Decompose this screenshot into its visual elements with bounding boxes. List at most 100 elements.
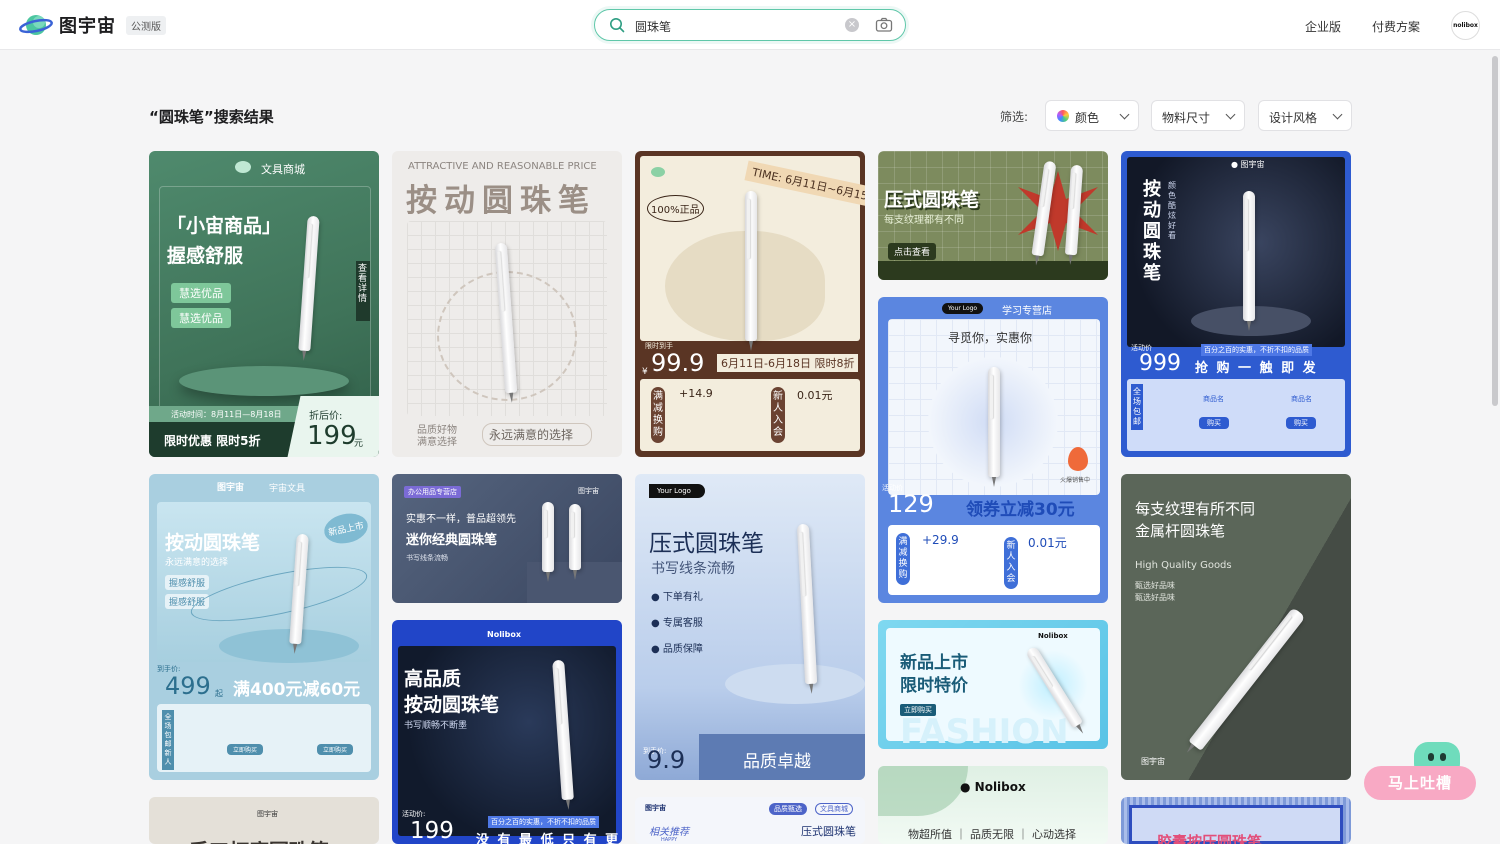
brand: ● Nolibox xyxy=(960,780,1026,794)
shop-name: 学习专营店 xyxy=(1002,306,1052,317)
logo-icon xyxy=(651,167,665,177)
beta-badge: 公测版 xyxy=(126,15,166,35)
english-line: High Quality Goods xyxy=(1135,560,1232,571)
search-icon[interactable] xyxy=(609,17,625,37)
template-card-7[interactable]: 办公用品专营店 图宇宙 实惠不一样，普品超领先 迷你经典圆珠笔 书写线条流畅 xyxy=(392,474,622,603)
feedback-widget[interactable]: 马上吐槽 xyxy=(1364,742,1476,800)
pen-image xyxy=(1243,191,1255,331)
nav-enterprise[interactable]: 企业版 xyxy=(1305,18,1341,35)
price: 99.9 xyxy=(651,349,705,377)
filter-color[interactable]: 颜色 xyxy=(1045,100,1139,131)
benefit-2-value: 0.01元 xyxy=(1028,536,1067,550)
title-line-1: 每支纹理有所不同 xyxy=(1135,500,1256,518)
price: 199 xyxy=(410,818,454,844)
pen-image xyxy=(1188,607,1306,751)
title: 迷你经典圆珠笔 xyxy=(406,533,498,548)
title-line-1: 新品上市 xyxy=(900,653,968,673)
template-card-2[interactable]: ATTRACTIVE AND REASONABLE PRICE 按动圆珠笔 品质… xyxy=(392,151,622,457)
template-card-10[interactable]: Nolibox 高品质 按动圆珠笔 书写顺畅不断墨 活动价: 199 百分之百的… xyxy=(392,620,622,844)
cta-button: 点击查看 xyxy=(888,243,937,260)
recommend-label: 相关推荐 xyxy=(649,827,689,838)
tagline-2: 甄选好品味 xyxy=(1135,593,1175,602)
shop-tag: 办公用品专营店 xyxy=(404,486,461,498)
price-label: 折后价: xyxy=(309,411,343,422)
price: 199 xyxy=(307,421,357,451)
template-card-6[interactable]: 图宇宙 宇宙文具 按动圆珠笔 永远满意的选择 握感舒服 握感舒服 新品上市 到手… xyxy=(149,474,379,780)
tag: 握感舒服 xyxy=(165,575,210,590)
buy-button: 立即购买 xyxy=(317,744,354,755)
title: 胶囊按压圆珠笔 xyxy=(1157,833,1263,844)
template-card-15[interactable]: ● Nolibox 物超所值 ｜ 品质无限 ｜ 心动选择 xyxy=(878,766,1108,844)
filter-color-label: 颜色 xyxy=(1075,111,1100,125)
pen-image xyxy=(542,502,554,582)
benefit-1-value: +29.9 xyxy=(922,533,959,547)
promo-bar: 没 有 最 低 只 有 更 低 xyxy=(476,833,622,844)
price-unit: 元 xyxy=(354,439,364,449)
chevron-down-icon xyxy=(1119,109,1130,120)
feedback-button[interactable]: 马上吐槽 xyxy=(1364,766,1476,800)
title-line-1: 高品质 xyxy=(404,668,462,690)
title-line-2: 限时特价 xyxy=(900,676,968,696)
template-card-8[interactable]: Your Logo 压式圆珠笔 书写线条流畅 ● 下单有礼 ● 专属客服 ● 品… xyxy=(635,474,865,780)
brand: Nolibox xyxy=(487,630,522,639)
filter-label: 筛选: xyxy=(1000,110,1029,124)
authentic-badge: 100%正品 xyxy=(647,195,704,222)
flame-icon xyxy=(1068,447,1088,471)
title: 手工打磨圆珠笔 xyxy=(189,835,329,844)
buy-button: 购买 xyxy=(1199,417,1229,429)
pen-image xyxy=(569,504,581,580)
template-card-14[interactable]: 图宇宙 品质甄选 文具商城 相关推荐 HAPPY 压式圆珠笔 xyxy=(635,797,865,844)
subtitle: 永远满意的选择 xyxy=(165,558,229,568)
benefit-1-value: +14.9 xyxy=(679,387,713,400)
camera-icon[interactable] xyxy=(875,17,893,37)
subtitle: 每支纹理都有不同 xyxy=(884,215,964,226)
search-input[interactable]: 圆珠笔 xyxy=(635,18,671,35)
bar-top-text: 百分之百的实惠，不折不扣的品质 xyxy=(488,816,599,828)
feature-1: ● 下单有礼 xyxy=(651,592,703,603)
price: 499 xyxy=(165,672,211,700)
template-card-1[interactable]: 文具商城 「小宙商品」 握感舒服 慧选优品 慧选优品 查看详情 活动时间：8月1… xyxy=(149,151,379,457)
title: 压式圆珠笔 xyxy=(649,531,764,557)
search-bar[interactable]: 圆珠笔 × xyxy=(594,9,906,41)
view-details-tab: 查看详情 xyxy=(356,261,370,321)
brand-logo[interactable]: 图宇宙 公测版 xyxy=(19,11,166,39)
brand: 图宇宙 xyxy=(217,483,245,493)
benefit-1-label: 满减换购 xyxy=(896,533,910,585)
event-time: 活动时间：8月11日—8月18日 xyxy=(171,410,282,419)
template-card-13[interactable]: 图宇宙 手工打磨圆珠笔 xyxy=(149,797,379,844)
scrollbar[interactable] xyxy=(1492,56,1498,406)
template-card-12[interactable]: Nolibox 新品上市 限时特价 立即购买 FASHION xyxy=(878,620,1108,749)
filter-size-label: 物料尺寸 xyxy=(1162,111,1211,125)
price: 9.9 xyxy=(647,746,686,774)
avatar[interactable]: nolibox xyxy=(1451,11,1480,40)
nav-pricing[interactable]: 付费方案 xyxy=(1372,18,1420,35)
tag: 慧选优品 xyxy=(171,308,231,328)
title: 压式圆珠笔 xyxy=(801,825,856,838)
benefit-2-label: 新人入会 xyxy=(771,387,785,443)
promo-bar: 抢 购 一 触 即 发 xyxy=(1195,361,1318,376)
template-card-11[interactable]: 每支纹理有所不同 金属杆圆珠笔 High Quality Goods 甄选好品味… xyxy=(1121,474,1351,780)
benefit-1-label: 满减换购 xyxy=(651,387,665,443)
tab: 文具商城 xyxy=(815,803,853,815)
filter-style[interactable]: 设计风格 xyxy=(1258,100,1352,131)
ripple-decoration xyxy=(725,664,865,704)
product-row xyxy=(157,704,371,772)
template-card-3[interactable]: TIME: 6月11日~6月15日 100%正品 限时到手 ¥ 99.9 6月1… xyxy=(635,151,865,457)
template-card-5[interactable]: ● 图宇宙 按动圆珠笔 颜色酷炫好看 活动价 999 百分之百的实惠，不折不扣的… xyxy=(1121,151,1351,457)
quality-text: 品质卓越 xyxy=(743,752,811,772)
feature-2: ● 专属客服 xyxy=(651,618,703,629)
title: 压式圆珠笔 xyxy=(884,189,980,211)
benefit-row xyxy=(888,525,1100,595)
bar-top-text: 百分之百的实惠，不折不扣的品质 xyxy=(1201,344,1312,356)
template-card-4[interactable]: 压式圆珠笔 每支纹理都有不同 点击查看 xyxy=(878,151,1108,280)
clear-icon[interactable]: × xyxy=(845,18,859,32)
coupon-promo: 领券立减30元 xyxy=(966,500,1075,520)
template-card-9[interactable]: Your Logo 学习专营店 寻觅你，实惠你 火爆销售中 活动价 129 领券… xyxy=(878,297,1108,603)
slogan: 物超所值 ｜ 品质无限 ｜ 心动选择 xyxy=(908,828,1076,841)
promo-text: 限时优惠 限时5折 xyxy=(164,434,261,448)
product-name: 商品名 xyxy=(1203,395,1224,403)
template-card-16[interactable]: 胶囊按压圆珠笔 xyxy=(1121,797,1351,844)
pen-image xyxy=(988,367,1000,487)
chevron-down-icon xyxy=(1332,109,1343,120)
filter-size[interactable]: 物料尺寸 xyxy=(1151,100,1245,131)
